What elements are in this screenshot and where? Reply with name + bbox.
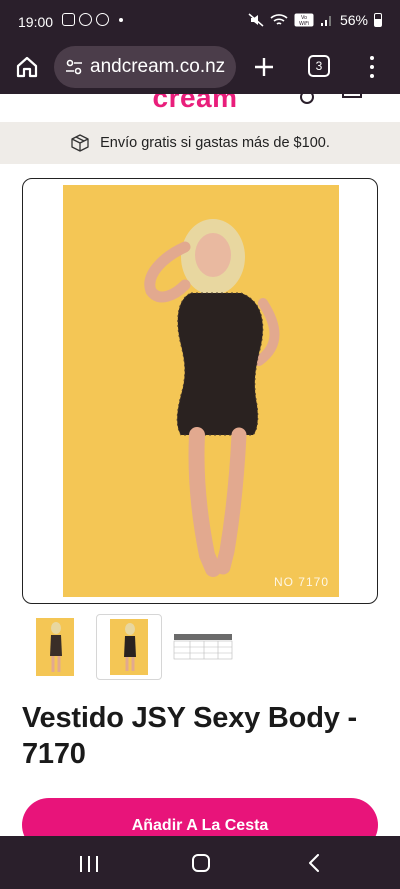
menu-dot	[370, 56, 374, 60]
browser-toolbar: andcream.co.nz 3	[0, 42, 400, 94]
new-tab-button[interactable]	[252, 55, 276, 79]
thumbnail-strip	[22, 614, 378, 680]
shipping-banner: Envío gratis si gastas más de $100.	[0, 122, 400, 164]
recent-apps-icon[interactable]	[80, 856, 98, 872]
product-image-card[interactable]: NO 7170	[22, 178, 378, 604]
thumbnail-model	[50, 622, 62, 672]
recent-bar	[80, 856, 82, 872]
more-notifications-icon	[119, 17, 123, 22]
site-header: lacream	[0, 94, 400, 122]
signal-icon	[320, 16, 331, 26]
status-bar: 19:00 Vo WiFi 56%	[0, 0, 400, 42]
svg-text:WiFi: WiFi	[299, 21, 309, 27]
battery-percent: 56%	[339, 12, 368, 28]
home-icon[interactable]	[192, 854, 210, 872]
battery-icon	[374, 13, 382, 27]
size-chart-thumbnail	[173, 634, 233, 660]
image-code-watermark: NO 7170	[273, 575, 329, 589]
menu-dot	[370, 65, 374, 69]
recent-bar	[88, 856, 90, 872]
instagram-icon-2	[96, 13, 109, 26]
recent-bar	[96, 856, 98, 872]
notification-icons	[62, 13, 123, 26]
address-bar[interactable]: andcream.co.nz	[54, 46, 236, 88]
search-icon[interactable]	[300, 94, 314, 104]
thumbnail-model	[124, 623, 136, 671]
thumbnail-2[interactable]	[96, 614, 162, 680]
shipping-banner-text: Envío gratis si gastas más de $100.	[100, 135, 330, 151]
thumbnail-1[interactable]	[22, 614, 88, 680]
product-title: Vestido JSY Sexy Body - 7170	[22, 702, 357, 770]
thumbnail-image	[36, 618, 74, 676]
tab-switcher-button[interactable]: 3	[308, 55, 330, 77]
vowifi-icon: Vo WiFi	[294, 13, 314, 27]
model-illustration	[144, 219, 280, 577]
product-photo[interactable]: NO 7170	[63, 185, 339, 597]
browser-menu-button[interactable]	[368, 54, 376, 80]
wifi-icon	[270, 14, 288, 25]
status-time: 19:00	[18, 14, 54, 30]
thumbnail-image	[110, 619, 148, 675]
url-text: andcream.co.nz	[90, 56, 226, 77]
box-icon	[71, 134, 89, 152]
system-nav-bar	[0, 836, 400, 889]
mute-icon	[248, 13, 264, 27]
instagram-icon	[79, 13, 92, 26]
site-settings-icon[interactable]	[64, 57, 84, 77]
gallery-icon	[62, 13, 75, 26]
thumbnail-3[interactable]	[170, 614, 236, 680]
logo-text: cream	[152, 94, 238, 113]
back-icon[interactable]	[308, 854, 320, 872]
menu-dot	[370, 74, 374, 78]
status-right: Vo WiFi 56%	[248, 12, 382, 28]
home-button[interactable]	[14, 54, 40, 80]
cart-icon[interactable]	[342, 94, 362, 98]
site-logo[interactable]: lacream	[142, 94, 238, 114]
